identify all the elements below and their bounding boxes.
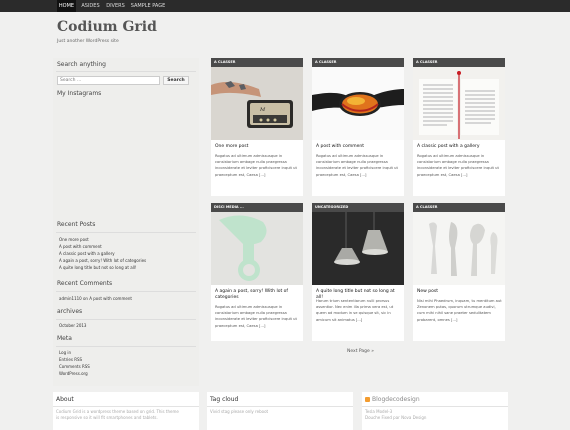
ski-goggles-photo-icon[interactable] [312,67,404,140]
open-book-photo-icon[interactable] [413,67,505,140]
blog-title[interactable]: Blogdecodesign [372,396,420,404]
recent-post-link[interactable]: One more post [59,237,89,243]
post-card[interactable]: DISCI MEDIA ... A again a post, sorry! W… [211,203,303,341]
post-card[interactable]: A CLASSER New post Nisi mihi Phaedrum, i… [413,203,505,341]
post-category[interactable]: A CLASSER [413,58,505,67]
pendant-lamps-photo-icon[interactable] [312,212,404,285]
post-category[interactable]: A CLASSER [413,203,505,212]
recent-post-link[interactable]: A again a post, sorry! With lot of categ… [59,258,146,264]
site-description: Just another WordPress site [57,39,119,44]
about-text: is responsive so it will fit smartphones… [56,415,158,420]
rss-icon[interactable] [365,397,370,402]
post-excerpt: Rogatus ad ultimum admissusque in consis… [417,154,499,177]
nav-home[interactable]: HOME [57,0,76,12]
post-title[interactable]: A again a post, sorry! With lot of categ… [215,289,301,301]
meta-login-link[interactable]: Log in [59,350,71,356]
blog-item-link[interactable]: Douche Fixed par Nova Design [365,415,426,421]
post-category[interactable]: DISCI MEDIA ... [211,203,303,212]
recent-post-link[interactable]: A quite long title but not so long at al… [59,265,137,271]
divider [56,71,196,72]
recent-post-link[interactable]: A classic post with a gallery [59,251,115,257]
cutlery-photo-icon[interactable] [413,212,505,285]
footer-blog-widget: Blogdecodesign Tesla Model-3 Douche Fixe… [362,392,508,430]
next-page-link[interactable]: Next Page » [347,349,374,355]
meta-title: Meta [57,335,72,342]
divider [56,319,196,320]
recent-post-link[interactable]: A post with comment [59,244,102,250]
svg-text:M: M [259,107,266,113]
divider [56,346,196,347]
post-title[interactable]: A classic post with a gallery [417,144,503,150]
footer-tag-cloud-widget: Tag cloud Vivid stag please only reboot [207,392,353,430]
sidebar: Search anything Search … Search My Insta… [53,58,199,386]
divider [53,406,199,407]
nav-sample-page[interactable]: SAMPLE PAGE [128,0,168,12]
footer-about-widget: About Codium Grid is a wordpress theme b… [53,392,199,430]
green-object-photo-icon[interactable] [211,212,303,285]
post-category[interactable]: UNCATEGORIZED [312,203,404,212]
recent-posts-title: Recent Posts [57,221,96,228]
post-excerpt: Rogatus ad ultimum admissusque in consis… [215,154,297,177]
post-excerpt: Rogatus ad ultimum admissusque in consis… [316,154,398,177]
post-title[interactable]: A post with comment [316,144,402,150]
divider [207,406,353,407]
post-title[interactable]: One more post [215,144,301,150]
nav-asides[interactable]: ASIDES [79,0,102,12]
instagram-widget-title: My Instagrams [57,90,102,97]
post-card[interactable]: A CLASSER A post with comment Rogatus ad… [312,58,404,196]
archives-title: archives [57,308,83,315]
recent-comments-title: Recent Comments [57,280,113,287]
tag-cloud-text[interactable]: Vivid stag please only reboot [210,409,268,415]
post-title[interactable]: New post [417,289,503,295]
meta-entries-rss-link[interactable]: Entries RSS [59,357,82,363]
meta-comments-rss-link[interactable]: Comments RSS [59,364,90,370]
post-card[interactable]: UNCATEGORIZED A quite long title but not… [312,203,404,341]
recent-comment-link[interactable]: admin1110 on A post with comment [59,296,132,302]
top-navigation: HOME ASIDES DIVERS SAMPLE PAGE [0,0,570,12]
meta-wordpress-link[interactable]: WordPress.org [59,371,88,377]
post-excerpt: Rogatus ad ultimum admissusque in consis… [215,305,297,328]
divider [56,232,196,233]
divider [56,291,196,292]
tag-cloud-title: Tag cloud [210,396,239,403]
about-title: About [56,396,74,403]
search-input[interactable]: Search … [57,76,160,85]
search-button[interactable]: Search [163,76,189,85]
nav-divers[interactable]: DIVERS [104,0,127,12]
post-category[interactable]: A CLASSER [312,58,404,67]
speaker-arm-photo-icon[interactable]: M [211,67,303,140]
post-card[interactable]: A CLASSER M One more post Rogatus ad ult… [211,58,303,196]
post-excerpt: Harum trium sententiarum nulli prorsus a… [316,299,394,322]
post-excerpt: Nisi mihi Phaedrum, inquam, tu mentitum … [417,299,502,322]
divider [362,406,508,407]
site-title[interactable]: Codium Grid [57,18,157,36]
archive-link[interactable]: October 2013 [59,323,86,329]
post-card[interactable]: A CLASSER A classic post with a gallery … [413,58,505,196]
search-widget-title: Search anything [57,61,106,68]
post-category[interactable]: A CLASSER [211,58,303,67]
